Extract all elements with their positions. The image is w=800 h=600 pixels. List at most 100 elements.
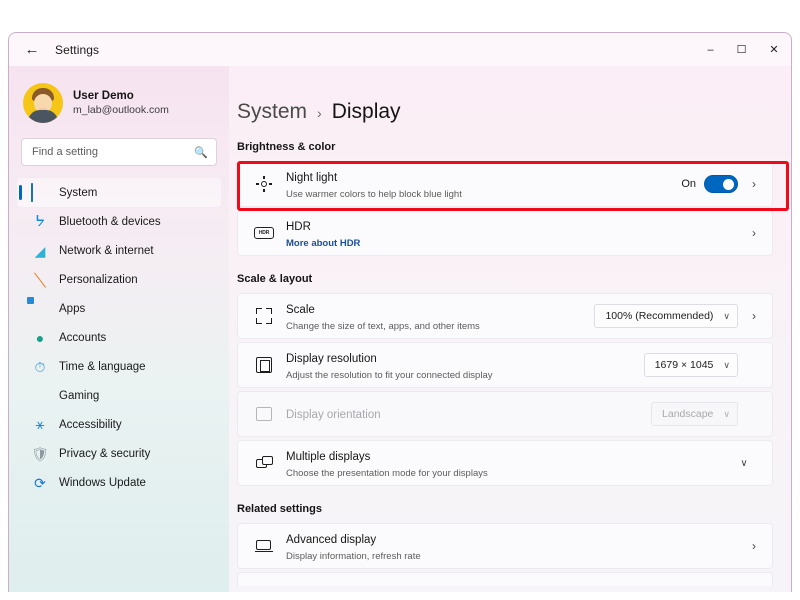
update-icon: ⟳ [34,474,46,491]
sidebar-item-label: Network & internet [59,244,154,257]
close-button[interactable]: ✕ [757,33,791,66]
shield-icon: 🛡 [31,445,49,462]
night-light-toggle-label: On [681,178,696,190]
minimize-button[interactable]: – [695,33,726,66]
display-orientation-row: Display orientation Landscape ∨ [237,391,773,437]
sidebar-item-label: Accounts [59,331,107,344]
night-light-toggle[interactable] [704,175,738,193]
brightness-card-group: Night light Use warmer colors to help bl… [237,161,773,256]
accessibility-icon: ⚹ [35,415,45,433]
sidebar-item-label: Time & language [59,360,146,373]
advanced-display-icon [252,539,276,553]
advanced-display-row[interactable]: Advanced display Display information, re… [237,523,773,569]
hdr-more-link[interactable]: More about HDR [286,238,738,250]
bluetooth-icon: ᔭ [35,212,45,230]
orientation-icon [252,407,276,421]
title-bar: ← Settings – ☐ ✕ [9,33,791,66]
sidebar-item-label: Bluetooth & devices [59,215,161,228]
sidebar-item-gaming[interactable]: Gaming [17,381,221,410]
resolution-value: 1679 × 1045 [654,359,714,371]
chevron-right-icon[interactable]: › [748,177,760,191]
orientation-value: Landscape [662,408,714,420]
next-row-partial[interactable] [237,572,773,586]
search-input[interactable] [32,146,195,158]
gamepad-icon [31,387,49,405]
chevron-down-icon[interactable]: ∨ [738,458,750,469]
settings-window: ← Settings – ☐ ✕ User Demo m_lab@outlook… [8,32,792,592]
hdr-row[interactable]: HDR HDR More about HDR › [237,210,773,256]
apps-icon [31,300,49,318]
sidebar-item-label: System [59,186,98,199]
sidebar-item-label: Gaming [59,389,100,402]
sun-icon [252,176,276,192]
avatar [23,83,63,123]
window-title: Settings [55,42,100,57]
multiple-displays-subtitle: Choose the presentation mode for your di… [286,467,488,479]
chevron-down-icon: ∨ [723,408,730,419]
scale-icon [252,308,276,324]
multiple-displays-title: Multiple displays [286,450,371,463]
sidebar-item-bluetooth-devices[interactable]: ᔭ Bluetooth & devices [17,207,221,236]
related-card-group: Advanced display Display information, re… [237,523,773,569]
sidebar-nav: System ᔭ Bluetooth & devices ◢ Network &… [9,178,229,497]
chevron-down-icon: ∨ [723,310,730,321]
multiple-displays-row[interactable]: Multiple displays Choose the presentatio… [237,440,773,486]
scale-row[interactable]: Scale Change the size of text, apps, and… [237,293,773,339]
scale-subtitle: Change the size of text, apps, and other… [286,320,480,332]
night-light-subtitle: Use warmer colors to help block blue lig… [286,188,462,200]
sidebar: User Demo m_lab@outlook.com 🔍 System ᔭ B… [9,66,229,592]
sidebar-item-accessibility[interactable]: ⚹ Accessibility [17,410,221,439]
resolution-icon [252,357,276,373]
sidebar-item-label: Windows Update [59,476,146,489]
section-heading-related: Related settings [237,503,322,515]
scale-layout-card-group: Scale Change the size of text, apps, and… [237,293,773,486]
orientation-dropdown: Landscape ∨ [651,402,738,426]
resolution-subtitle: Adjust the resolution to fit your connec… [286,369,493,381]
page-title: Display [331,100,401,123]
content-pane: System › Display Brightness & color Nigh… [229,66,791,592]
breadcrumb-separator-icon: › [317,105,322,121]
chevron-right-icon[interactable]: › [748,309,760,323]
account-card[interactable]: User Demo m_lab@outlook.com [9,72,229,128]
advanced-display-title: Advanced display [286,533,377,546]
sidebar-item-network-internet[interactable]: ◢ Network & internet [17,236,221,265]
sidebar-item-personalization[interactable]: ╲ Personalization [17,265,221,294]
resolution-dropdown[interactable]: 1679 × 1045 ∨ [643,353,738,377]
advanced-display-subtitle: Display information, refresh rate [286,550,421,562]
window-controls: – ☐ ✕ [695,33,791,66]
night-light-row[interactable]: Night light Use warmer colors to help bl… [237,161,773,207]
account-name: User Demo [73,89,134,102]
sidebar-item-label: Personalization [59,273,138,286]
sidebar-item-label: Accessibility [59,418,122,431]
sidebar-item-system[interactable]: System [17,178,221,207]
maximize-button[interactable]: ☐ [726,33,757,66]
night-light-title: Night light [286,171,338,184]
account-email: m_lab@outlook.com [73,104,169,117]
sidebar-item-label: Privacy & security [59,447,151,460]
hdr-title: HDR [286,220,311,233]
hdr-badge-icon: HDR [252,227,276,239]
sidebar-item-accounts[interactable]: ● Accounts [17,323,221,352]
person-icon: ● [35,329,45,346]
orientation-title: Display orientation [286,408,381,421]
display-resolution-row[interactable]: Display resolution Adjust the resolution… [237,342,773,388]
scale-dropdown[interactable]: 100% (Recommended) ∨ [594,304,738,328]
breadcrumb: System › Display [229,66,791,124]
sidebar-item-time-language[interactable]: ⏱ Time & language [17,352,221,381]
resolution-title: Display resolution [286,352,377,365]
search-box[interactable]: 🔍 [21,138,217,166]
back-arrow-icon[interactable]: ← [15,36,49,64]
section-heading-brightness: Brightness & color [237,141,336,153]
wifi-icon: ◢ [34,242,46,259]
sidebar-item-apps[interactable]: Apps [17,294,221,323]
breadcrumb-parent[interactable]: System [237,100,307,124]
sidebar-item-privacy-security[interactable]: 🛡 Privacy & security [17,439,221,468]
sidebar-item-windows-update[interactable]: ⟳ Windows Update [17,468,221,497]
chevron-right-icon[interactable]: › [748,539,760,553]
clock-icon: ⏱ [34,358,46,375]
chevron-right-icon[interactable]: › [748,226,760,240]
chevron-down-icon: ∨ [723,359,730,370]
search-icon: 🔍 [194,146,208,159]
paintbrush-icon: ╲ [34,270,46,289]
multiple-displays-icon [252,456,276,470]
